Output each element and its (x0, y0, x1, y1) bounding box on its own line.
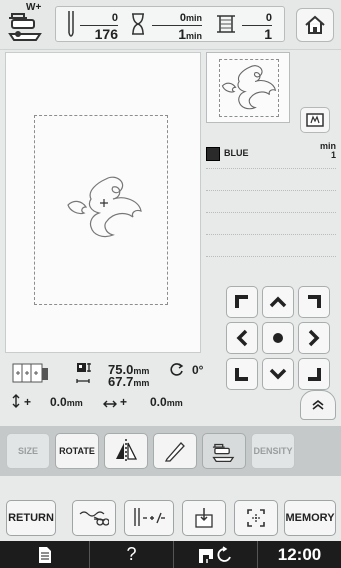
embroidery-pattern (67, 176, 142, 238)
move-right-button[interactable] (298, 322, 330, 354)
corner-up-left-icon (235, 295, 248, 308)
document-icon (38, 546, 51, 563)
magnify-frame-icon (306, 113, 324, 127)
horizontal-offset-sign: + (120, 395, 128, 409)
size-button[interactable]: SIZE (6, 433, 50, 469)
clock: 12:00 (277, 544, 322, 564)
move-down-right-button[interactable] (298, 358, 330, 390)
hourglass-icon (132, 13, 144, 35)
home-button[interactable] (296, 8, 334, 42)
chevron-left-icon (236, 329, 248, 347)
stitch-counter: 0 176 (80, 13, 118, 41)
width-readout: 67.7mm (108, 374, 150, 389)
corner-down-left-icon (235, 368, 248, 381)
color-name: BLUE (224, 148, 249, 158)
pattern-thumbnail (206, 52, 290, 123)
move-down-left-button[interactable] (226, 358, 258, 390)
color-time: min 1 (319, 141, 336, 161)
settings-button[interactable] (174, 541, 258, 568)
needle-down-icon (195, 508, 213, 528)
center-button[interactable] (262, 322, 294, 354)
chevron-down-icon (269, 368, 287, 380)
pencil-icon (164, 442, 185, 462)
return-button[interactable]: RETURN (6, 500, 56, 536)
move-up-right-button[interactable] (298, 286, 330, 318)
scissors-icon (79, 511, 109, 526)
needle-position-button[interactable] (182, 500, 226, 536)
home-icon (305, 15, 325, 34)
chevron-up-icon (269, 296, 287, 308)
presser-foot-label: W+ (26, 2, 42, 13)
line-edit-button[interactable] (153, 433, 197, 469)
corner-up-right-icon (308, 295, 321, 308)
time-counter: 0min 1min (152, 13, 202, 41)
density-button[interactable]: DENSITY (251, 433, 295, 469)
machine-settings-icon (198, 545, 231, 563)
vertical-offset-sign: + (24, 395, 32, 409)
move-up-button[interactable] (262, 286, 294, 318)
trial-frame-icon (247, 509, 265, 527)
view-change-button[interactable] (300, 107, 330, 133)
embroidery-preview[interactable] (5, 52, 201, 353)
memory-button[interactable]: MEMORY (284, 500, 336, 536)
move-up-left-button[interactable] (226, 286, 258, 318)
status-bar: W+ 0 176 0min 1min 0 1 (0, 0, 341, 50)
trial-button[interactable] (234, 500, 278, 536)
double-chevron-up-icon (312, 399, 324, 410)
hoop-size-icon (12, 362, 50, 384)
tension-icon (134, 508, 165, 526)
color-counter: 0 1 (242, 13, 272, 41)
center-dot-icon (273, 333, 283, 343)
document-button[interactable] (0, 541, 90, 568)
frame-move-button[interactable] (202, 433, 246, 469)
rotate-button[interactable]: ROTATE (55, 433, 99, 469)
color-swatch (206, 147, 220, 161)
chevron-right-icon (308, 329, 320, 347)
help-button[interactable]: ? (90, 541, 174, 568)
thread-spool-icon (217, 15, 235, 33)
presser-foot-icon: W+ (6, 2, 46, 44)
mirror-button[interactable] (104, 433, 148, 469)
vertical-offset-readout: 0.0mm (50, 395, 83, 409)
collapse-button[interactable] (300, 390, 336, 420)
footer-bar: ? 12:00 (0, 541, 341, 568)
mirror-icon (116, 439, 138, 463)
move-down-button[interactable] (262, 358, 294, 390)
horizontal-offset-icon (103, 396, 117, 414)
tension-button[interactable] (124, 500, 174, 536)
vertical-offset-icon (12, 394, 20, 413)
corner-down-right-icon (308, 368, 321, 381)
horizontal-offset-readout: 0.0mm (150, 395, 183, 409)
thread-color-list: BLUE min 1 (206, 141, 336, 168)
rotation-readout: 0° (192, 363, 204, 377)
embroidery-unit-icon (212, 443, 235, 463)
rotation-icon (170, 363, 184, 382)
move-left-button[interactable] (226, 322, 258, 354)
thumbnail-pattern (221, 65, 277, 110)
sewing-counters: 0 176 0min 1min 0 1 (55, 6, 285, 42)
thread-cut-button[interactable] (72, 500, 116, 536)
size-icon (75, 361, 93, 392)
needle-icon (68, 11, 74, 37)
